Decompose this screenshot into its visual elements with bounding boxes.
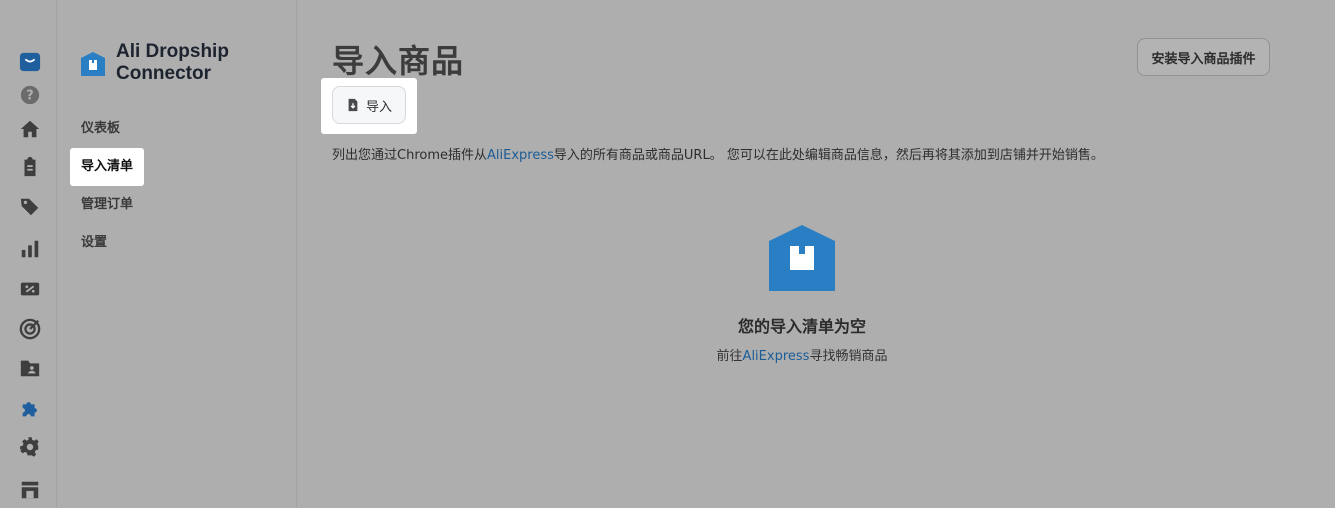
brand: Ali Dropship Connector (80, 41, 256, 85)
svg-text:?: ? (26, 89, 33, 104)
sidebar-item-settings[interactable]: 设置 (81, 233, 107, 253)
app-sidebar: Ali Dropship Connector 仪表板 导入清单 管理订单 设置 (58, 0, 297, 508)
tags-icon[interactable] (18, 195, 42, 219)
customers-folder-icon[interactable] (18, 356, 42, 380)
empty-sub-after: 寻找畅销商品 (809, 349, 888, 364)
settings-gear-icon[interactable] (18, 435, 42, 459)
aliexpress-link[interactable]: AliExpress (487, 148, 554, 163)
install-plugin-button[interactable]: 安装导入商品插件 (1137, 38, 1270, 76)
discount-icon[interactable] (18, 277, 42, 301)
marketing-target-icon[interactable] (18, 317, 42, 341)
page-description: 列出您通过Chrome插件从AliExpress导入的所有商品或商品URL。 您… (332, 144, 1104, 163)
home-icon[interactable] (18, 117, 42, 141)
help-icon[interactable]: ? (18, 83, 42, 107)
sidebar-item-import-list[interactable]: 导入清单 (70, 148, 145, 186)
sidebar-item-dashboard[interactable]: 仪表板 (81, 119, 120, 139)
empty-sub-before: 前往 (716, 349, 743, 364)
brand-name: Ali Dropship Connector (116, 41, 229, 84)
import-button[interactable]: 导入 (332, 86, 406, 124)
import-button-label: 导入 (365, 99, 392, 115)
analytics-icon[interactable] (18, 237, 42, 261)
apps-puzzle-icon[interactable] (18, 397, 42, 421)
page-title: 导入商品 (332, 42, 465, 80)
desc-text-after: 导入的所有商品或商品URL。 您可以在此处编辑商品信息，然后再将其添加到店铺并开… (553, 148, 1104, 163)
import-button-highlight: 导入 (321, 78, 417, 134)
online-store-icon[interactable] (18, 478, 42, 502)
empty-state-subtitle: 前往AliExpress寻找畅销商品 (602, 345, 1002, 364)
empty-state-box-icon (769, 225, 835, 291)
store-logo-icon[interactable] (18, 50, 42, 74)
app-icon-rail: ? (0, 0, 57, 508)
sidebar-item-manage-orders[interactable]: 管理订单 (81, 195, 133, 215)
empty-aliexpress-link[interactable]: AliExpress (743, 349, 810, 364)
empty-state-title: 您的导入清单为空 (737, 317, 866, 336)
orders-clipboard-icon[interactable] (18, 155, 42, 179)
brand-logo-icon (81, 52, 105, 76)
desc-text-before: 列出您通过Chrome插件从 (332, 148, 487, 163)
file-import-icon (348, 98, 358, 112)
